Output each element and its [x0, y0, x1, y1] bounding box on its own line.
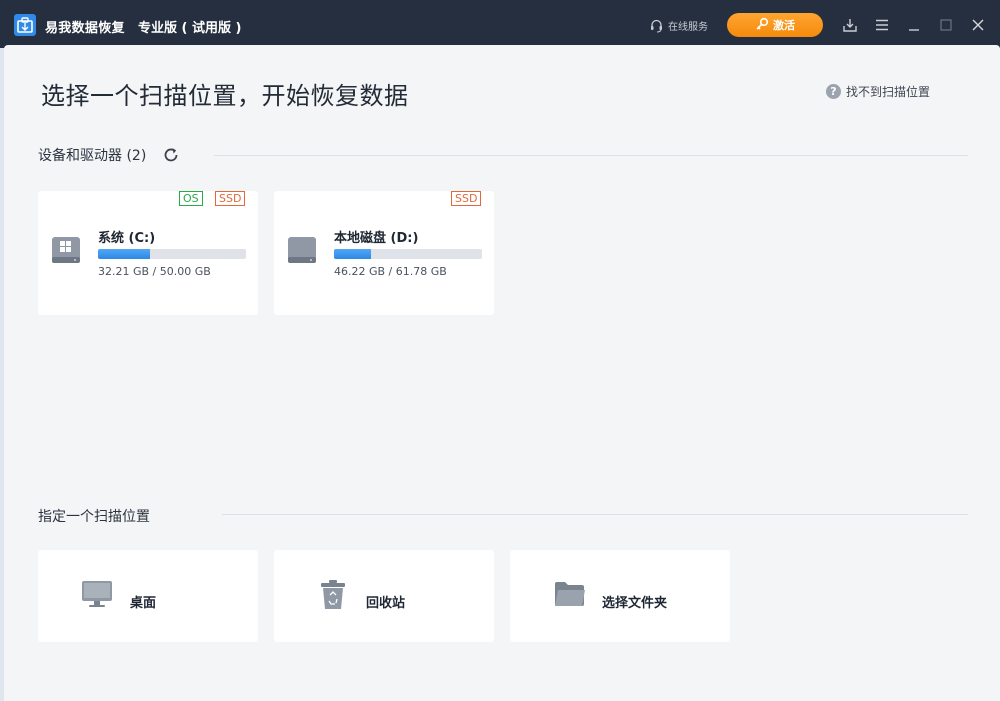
online-service-label: 在线服务	[668, 21, 708, 33]
minimize-icon[interactable]	[904, 15, 924, 35]
devices-section-heading: 设备和驱动器 (2)	[38, 145, 180, 165]
location-label: 回收站	[366, 596, 406, 611]
locations-heading-label: 指定一个扫描位置	[38, 509, 150, 525]
desktop-icon	[81, 580, 113, 612]
help-icon: ?	[826, 84, 841, 99]
maximize-icon[interactable]	[936, 15, 956, 35]
activate-label: 激活	[773, 19, 795, 32]
recycle-bin-icon	[319, 580, 347, 614]
drive-card-d[interactable]: SSD 本地磁盘 (D:) 46.22 GB / 61.78 GB	[274, 191, 494, 315]
ssd-badge: SSD	[215, 191, 246, 206]
drive-usage-bar	[98, 249, 246, 259]
app-logo-icon	[14, 14, 36, 36]
folder-icon	[554, 580, 586, 612]
drive-name: 系统 (C:)	[98, 231, 156, 246]
os-badge: OS	[179, 191, 203, 206]
location-label: 桌面	[130, 596, 157, 611]
activate-button[interactable]: 激活	[727, 13, 823, 37]
hard-drive-icon	[287, 235, 317, 269]
page-title: 选择一个扫描位置，开始恢复数据	[41, 82, 409, 110]
devices-heading-label: 设备和驱动器 (2)	[38, 148, 147, 164]
drive-size: 46.22 GB / 61.78 GB	[334, 265, 447, 278]
title-bar: 易我数据恢复 专业版 ( 试用版 ) 在线服务 激活	[0, 0, 1000, 48]
cannot-find-location-link[interactable]: ? 找不到扫描位置	[826, 83, 930, 100]
online-service-link[interactable]: 在线服务	[649, 16, 708, 34]
locations-section-heading: 指定一个扫描位置	[38, 506, 150, 526]
download-icon[interactable]	[840, 15, 860, 35]
devices-divider	[214, 155, 968, 156]
drive-usage-fill	[334, 249, 372, 259]
drive-size: 32.21 GB / 50.00 GB	[98, 265, 211, 278]
help-link-label: 找不到扫描位置	[846, 85, 931, 99]
ssd-badge: SSD	[451, 191, 482, 206]
app-window: 易我数据恢复 专业版 ( 试用版 ) 在线服务 激活 选择一个扫描位置，开始恢复…	[0, 0, 1000, 701]
location-card-select-folder[interactable]: 选择文件夹	[510, 550, 730, 642]
location-card-desktop[interactable]: 桌面	[38, 550, 258, 642]
drive-card-c[interactable]: OS SSD 系统 (C:) 32.21 GB / 50.00 GB	[38, 191, 258, 315]
locations-divider	[222, 514, 968, 515]
refresh-icon[interactable]	[162, 146, 180, 164]
app-name: 易我数据恢复	[45, 21, 125, 36]
close-icon[interactable]	[968, 15, 988, 35]
headset-icon	[649, 18, 664, 33]
windows-drive-icon	[51, 235, 81, 269]
menu-icon[interactable]	[872, 15, 892, 35]
main-content: 选择一个扫描位置，开始恢复数据 ? 找不到扫描位置 设备和驱动器 (2) OS …	[4, 45, 1000, 701]
drive-name: 本地磁盘 (D:)	[334, 231, 419, 246]
app-edition: 专业版 ( 试用版 )	[138, 21, 242, 36]
drive-usage-bar	[334, 249, 482, 259]
location-card-recycle-bin[interactable]: 回收站	[274, 550, 494, 642]
drive-usage-fill	[98, 249, 150, 259]
location-label: 选择文件夹	[602, 596, 668, 611]
key-icon	[755, 17, 769, 34]
